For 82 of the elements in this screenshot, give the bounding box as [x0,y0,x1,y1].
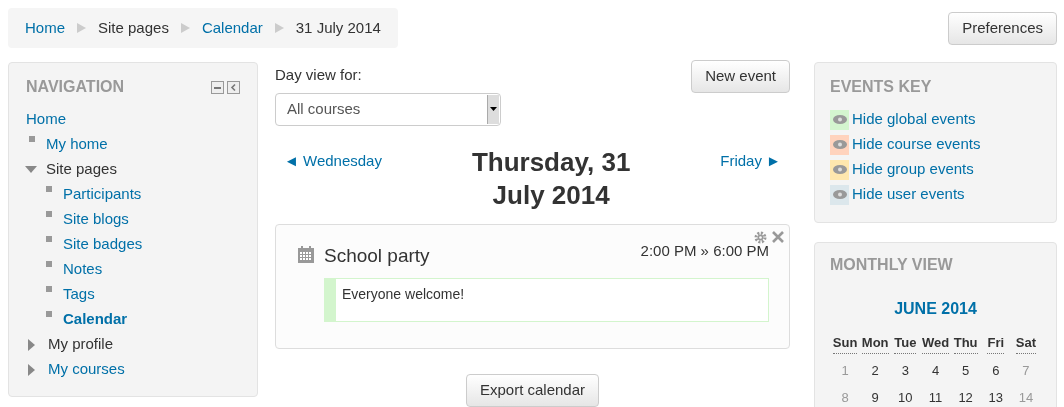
event-title: School party [324,243,430,268]
day-number[interactable]: 11 [928,388,943,407]
weekday-header: Sun [832,333,858,354]
breadcrumb-link[interactable]: Home [25,16,65,40]
day-number[interactable]: 10 [898,388,913,407]
caret-down-icon[interactable] [25,165,37,174]
bullet-icon [46,236,52,242]
new-event-button[interactable]: New event [691,60,790,93]
nav-item[interactable]: Site pages [46,158,117,181]
separator-icon [274,23,284,33]
nav-item[interactable]: Calendar [63,308,128,331]
day-number[interactable]: 1 [841,361,849,381]
caret-right-icon[interactable] [28,338,36,351]
event-type-swatch[interactable] [830,134,849,155]
eye-icon [832,140,847,149]
export-calendar-button[interactable]: Export calendar [465,374,600,407]
event-time: 2:00 PM » 6:00 PM [640,240,769,261]
hide-events-link[interactable]: Hide group events [852,158,974,181]
bullet-icon [46,261,52,267]
day-view-label: Day view for: [275,65,363,85]
nav-item[interactable]: My home [46,133,108,156]
day-number[interactable]: 13 [988,388,1003,407]
breadcrumb-link[interactable]: Calendar [201,16,263,40]
day-number[interactable]: 12 [958,388,973,407]
panel-title: NAVIGATION [26,77,125,97]
day-number[interactable]: 3 [901,361,909,381]
nav-item[interactable]: My profile [48,333,114,356]
day-number[interactable]: 9 [871,388,879,407]
day-number[interactable]: 7 [1022,361,1030,381]
nav-item[interactable]: Site badges [63,233,143,256]
bullet-icon [29,136,35,142]
course-select[interactable]: All courses [275,92,501,126]
nav-item[interactable]: Site blogs [63,208,129,231]
hide-events-link[interactable]: Hide global events [852,108,976,131]
weekday-header: Mon [861,333,889,354]
previous-day-link[interactable]: ◄ Wednesday [284,149,382,172]
caret-right-icon[interactable] [28,363,36,376]
eye-icon [832,165,847,174]
eye-icon [832,190,847,199]
weekday-header: Sat [1015,333,1037,354]
weekday-header: Fri [987,333,1005,354]
hide-events-link[interactable]: Hide user events [852,183,965,206]
weekday-header: Thu [953,333,978,354]
event-type-swatch[interactable] [830,159,849,180]
dropdown-arrow-icon [490,107,497,111]
day-number[interactable]: 6 [992,361,1000,381]
close-icon[interactable] [772,230,784,243]
nav-item[interactable]: My courses [48,358,125,381]
day-number[interactable]: 14 [1018,388,1034,407]
event-type-swatch[interactable] [830,184,849,205]
settings-icon[interactable] [754,230,767,244]
month-title-link[interactable]: JUNE 2014 [894,300,977,317]
next-day-link[interactable]: Friday ► [720,149,781,172]
preferences-button[interactable]: Preferences [948,12,1057,45]
nav-item[interactable]: Home [26,108,66,131]
panel-title: EVENTS KEY [830,78,932,95]
calendar-icon [298,245,314,263]
day-number[interactable]: 8 [841,388,849,407]
bullet-icon [46,211,52,217]
nav-item[interactable]: Tags [63,283,95,306]
collapse-icon[interactable] [211,80,224,94]
separator-icon [180,23,190,33]
hide-events-link[interactable]: Hide course events [852,133,981,156]
bullet-icon [46,186,52,192]
panel-title: MONTHLY VIEW [830,256,953,273]
bullet-icon [46,311,52,317]
breadcrumb-text: 31 July 2014 [295,17,381,38]
day-number[interactable]: 2 [871,361,879,381]
dock-icon[interactable] [227,80,240,94]
day-number[interactable]: 4 [931,361,940,381]
weekday-header: Tue [894,333,917,354]
separator-icon [77,23,86,33]
weekday-header: Wed [921,333,950,354]
breadcrumb-text: Site pages [98,17,169,38]
nav-item[interactable]: Notes [63,258,103,281]
day-number[interactable]: 5 [962,361,970,381]
day-heading: Thursday, 31 July 2014 [470,145,632,212]
bullet-icon [46,286,52,292]
eye-icon [832,115,847,124]
event-type-swatch[interactable] [830,109,849,130]
nav-item[interactable]: Participants [63,183,142,206]
event-description: Everyone welcome! [324,278,769,322]
